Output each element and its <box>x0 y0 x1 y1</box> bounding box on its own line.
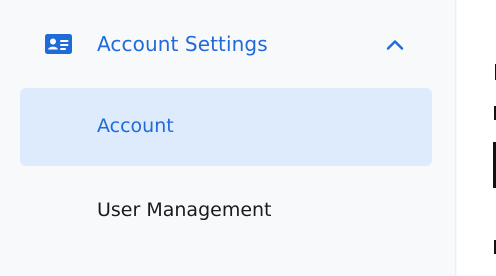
id-card-icon <box>45 34 72 54</box>
sidebar-item-account[interactable]: Account <box>20 88 432 166</box>
account-settings-section-toggle[interactable]: Account Settings <box>0 20 440 70</box>
account-settings-label: Account Settings <box>97 32 268 56</box>
sidebar-item-label: Account <box>97 115 174 137</box>
main-content-area <box>457 0 496 276</box>
clipped-content-edge <box>457 0 496 276</box>
sidebar-item-user-management[interactable]: User Management <box>20 172 432 250</box>
settings-sidebar: Account Settings Account User Management <box>0 0 456 276</box>
sidebar-item-label: User Management <box>97 199 272 221</box>
chevron-up-icon <box>384 35 406 55</box>
